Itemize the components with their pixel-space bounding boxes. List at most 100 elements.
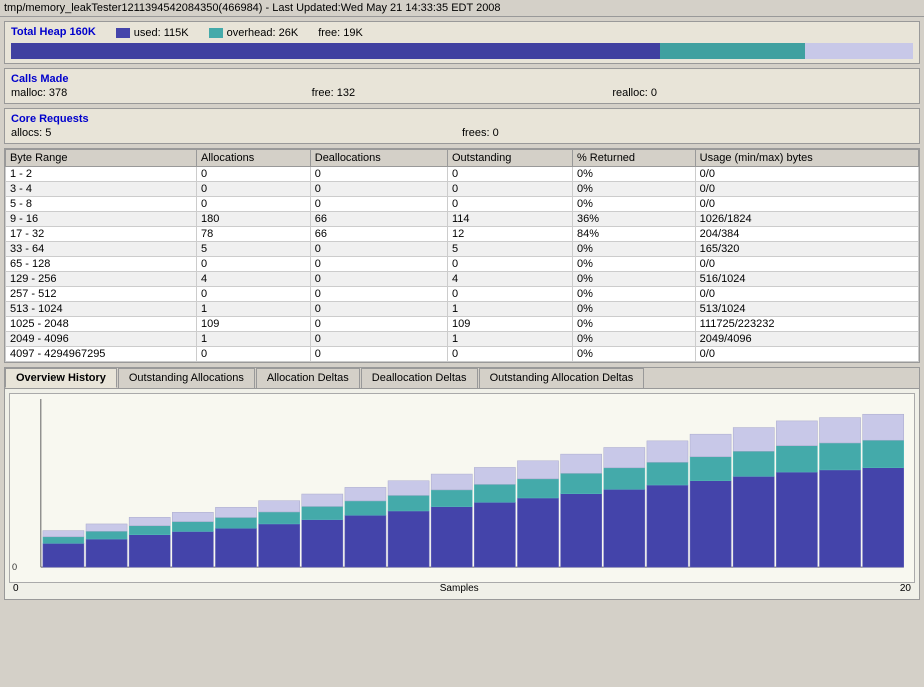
table-cell: 0 [310, 332, 447, 347]
table-cell: 33 - 64 [6, 242, 197, 257]
table-cell: 0% [572, 197, 695, 212]
table-cell: 0 [310, 302, 447, 317]
chart-svg: 0 [10, 394, 914, 582]
calls-section: Calls Made malloc: 378 free: 132 realloc… [4, 68, 920, 104]
table-cell: 0 [448, 257, 573, 272]
table-header-row: Byte Range Allocations Deallocations Out… [6, 150, 919, 167]
table-cell: 0 [448, 347, 573, 362]
table-cell: 0 [197, 257, 311, 272]
table-cell: 0/0 [695, 182, 918, 197]
table-row: 257 - 5120000%0/0 [6, 287, 919, 302]
table-cell: 0 [310, 257, 447, 272]
table-cell: 5 - 8 [6, 197, 197, 212]
table-cell: 5 [197, 242, 311, 257]
col-outstanding: Outstanding [448, 150, 573, 167]
table-cell: 4 [448, 272, 573, 287]
table-cell: 1 [448, 332, 573, 347]
table-cell: 2049 - 4096 [6, 332, 197, 347]
tab-overview-history[interactable]: Overview History [5, 368, 117, 388]
chart-axis: 0 Samples 20 [9, 583, 915, 594]
table-cell: 0% [572, 257, 695, 272]
table-row: 129 - 2564040%516/1024 [6, 272, 919, 287]
table-cell: 12 [448, 227, 573, 242]
table-cell: 17 - 32 [6, 227, 197, 242]
table-cell: 1 - 2 [6, 167, 197, 182]
table-cell: 84% [572, 227, 695, 242]
col-allocations: Allocations [197, 150, 311, 167]
frees-label: frees: 0 [462, 127, 499, 139]
core-title: Core Requests [11, 113, 913, 125]
table-cell: 0 [197, 167, 311, 182]
heap-overhead-bar [660, 43, 804, 59]
tab-deallocation-deltas[interactable]: Deallocation Deltas [361, 368, 478, 388]
table-row: 513 - 10241010%513/1024 [6, 302, 919, 317]
table-cell: 513/1024 [695, 302, 918, 317]
col-byte-range: Byte Range [6, 150, 197, 167]
table-cell: 513 - 1024 [6, 302, 197, 317]
table-cell: 0 [197, 182, 311, 197]
malloc-cell: malloc: 378 [11, 87, 312, 99]
table-cell: 0% [572, 242, 695, 257]
table-cell: 0% [572, 317, 695, 332]
table-cell: 165/320 [695, 242, 918, 257]
tab-allocation-deltas[interactable]: Allocation Deltas [256, 368, 360, 388]
allocation-table: Byte Range Allocations Deallocations Out… [5, 149, 919, 362]
table-cell: 0% [572, 332, 695, 347]
table-row: 1025 - 204810901090%111725/223232 [6, 317, 919, 332]
table-cell: 0 [310, 272, 447, 287]
table-cell: 0% [572, 302, 695, 317]
table-cell: 257 - 512 [6, 287, 197, 302]
title-text: tmp/memory_leakTester1211394542084350(46… [4, 2, 501, 14]
svg-text:0: 0 [12, 562, 17, 572]
realloc-label: realloc: 0 [612, 87, 657, 99]
allocs-cell: allocs: 5 [11, 127, 462, 139]
table-cell: 180 [197, 212, 311, 227]
overhead-label: overhead: 26K [227, 27, 299, 39]
heap-bar [11, 43, 913, 59]
title-bar: tmp/memory_leakTester1211394542084350(46… [0, 0, 924, 17]
table-cell: 36% [572, 212, 695, 227]
free-label: free: 19K [318, 27, 363, 39]
used-legend: used: 115K [116, 27, 189, 39]
table-cell: 0 [448, 287, 573, 302]
table-cell: 111725/223232 [695, 317, 918, 332]
table-cell: 109 [197, 317, 311, 332]
realloc-cell: realloc: 0 [612, 87, 913, 99]
table-cell: 0 [310, 182, 447, 197]
tab-outstanding-allocation-deltas[interactable]: Outstanding Allocation Deltas [479, 368, 645, 388]
table-cell: 204/384 [695, 227, 918, 242]
free-calls-label: free: 132 [312, 87, 355, 99]
table-cell: 129 - 256 [6, 272, 197, 287]
table-cell: 1 [448, 302, 573, 317]
tab-outstanding-allocations[interactable]: Outstanding Allocations [118, 368, 255, 388]
table-cell: 1025 - 2048 [6, 317, 197, 332]
table-row: 5 - 80000%0/0 [6, 197, 919, 212]
table-cell: 66 [310, 212, 447, 227]
table-row: 9 - 161806611436%1026/1824 [6, 212, 919, 227]
table-cell: 0% [572, 287, 695, 302]
table-row: 3 - 40000%0/0 [6, 182, 919, 197]
heap-title: Total Heap 160K [11, 26, 96, 38]
table-cell: 0 [310, 242, 447, 257]
table-cell: 0/0 [695, 347, 918, 362]
overhead-legend: overhead: 26K [209, 27, 299, 39]
table-cell: 0 [448, 197, 573, 212]
table-cell: 0 [310, 317, 447, 332]
table-cell: 3 - 4 [6, 182, 197, 197]
table-cell: 2049/4096 [695, 332, 918, 347]
malloc-label: malloc: 378 [11, 87, 67, 99]
chart-area: 0 0 Samples 20 [5, 389, 919, 599]
calls-title: Calls Made [11, 73, 913, 85]
table-cell: 0 [197, 287, 311, 302]
table-cell: 0% [572, 167, 695, 182]
table-cell: 0 [310, 347, 447, 362]
used-label: used: 115K [134, 27, 189, 39]
free-legend: free: 19K [318, 27, 363, 39]
table-cell: 0 [310, 197, 447, 212]
table-cell: 65 - 128 [6, 257, 197, 272]
table-cell: 5 [448, 242, 573, 257]
used-color-box [116, 28, 130, 38]
table-cell: 9 - 16 [6, 212, 197, 227]
table-cell: 516/1024 [695, 272, 918, 287]
calls-row: malloc: 378 free: 132 realloc: 0 [11, 87, 913, 99]
